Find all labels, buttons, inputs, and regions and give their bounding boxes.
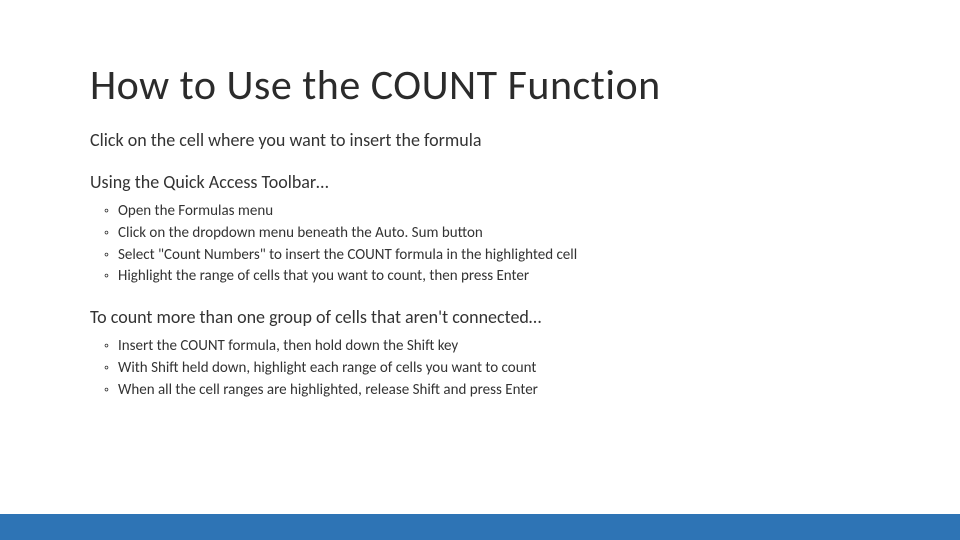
list-item: Select "Count Numbers" to insert the COU… [104, 245, 880, 267]
section1-list: Open the Formulas menu Click on the drop… [90, 201, 880, 288]
list-item: Click on the dropdown menu beneath the A… [104, 223, 880, 245]
section1-heading: Using the Quick Access Toolbar… [90, 171, 880, 193]
list-item: Highlight the range of cells that you wa… [104, 266, 880, 288]
slide-title: How to Use the COUNT Function [90, 60, 880, 111]
section2-heading: To count more than one group of cells th… [90, 306, 880, 328]
intro-text: Click on the cell where you want to inse… [90, 129, 880, 151]
section2-list: Insert the COUNT formula, then hold down… [90, 336, 880, 401]
list-item: Insert the COUNT formula, then hold down… [104, 336, 880, 358]
list-item: When all the cell ranges are highlighted… [104, 380, 880, 402]
slide: How to Use the COUNT Function Click on t… [0, 0, 960, 540]
list-item: With Shift held down, highlight each ran… [104, 358, 880, 380]
footer-accent-bar [0, 514, 960, 540]
list-item: Open the Formulas menu [104, 201, 880, 223]
